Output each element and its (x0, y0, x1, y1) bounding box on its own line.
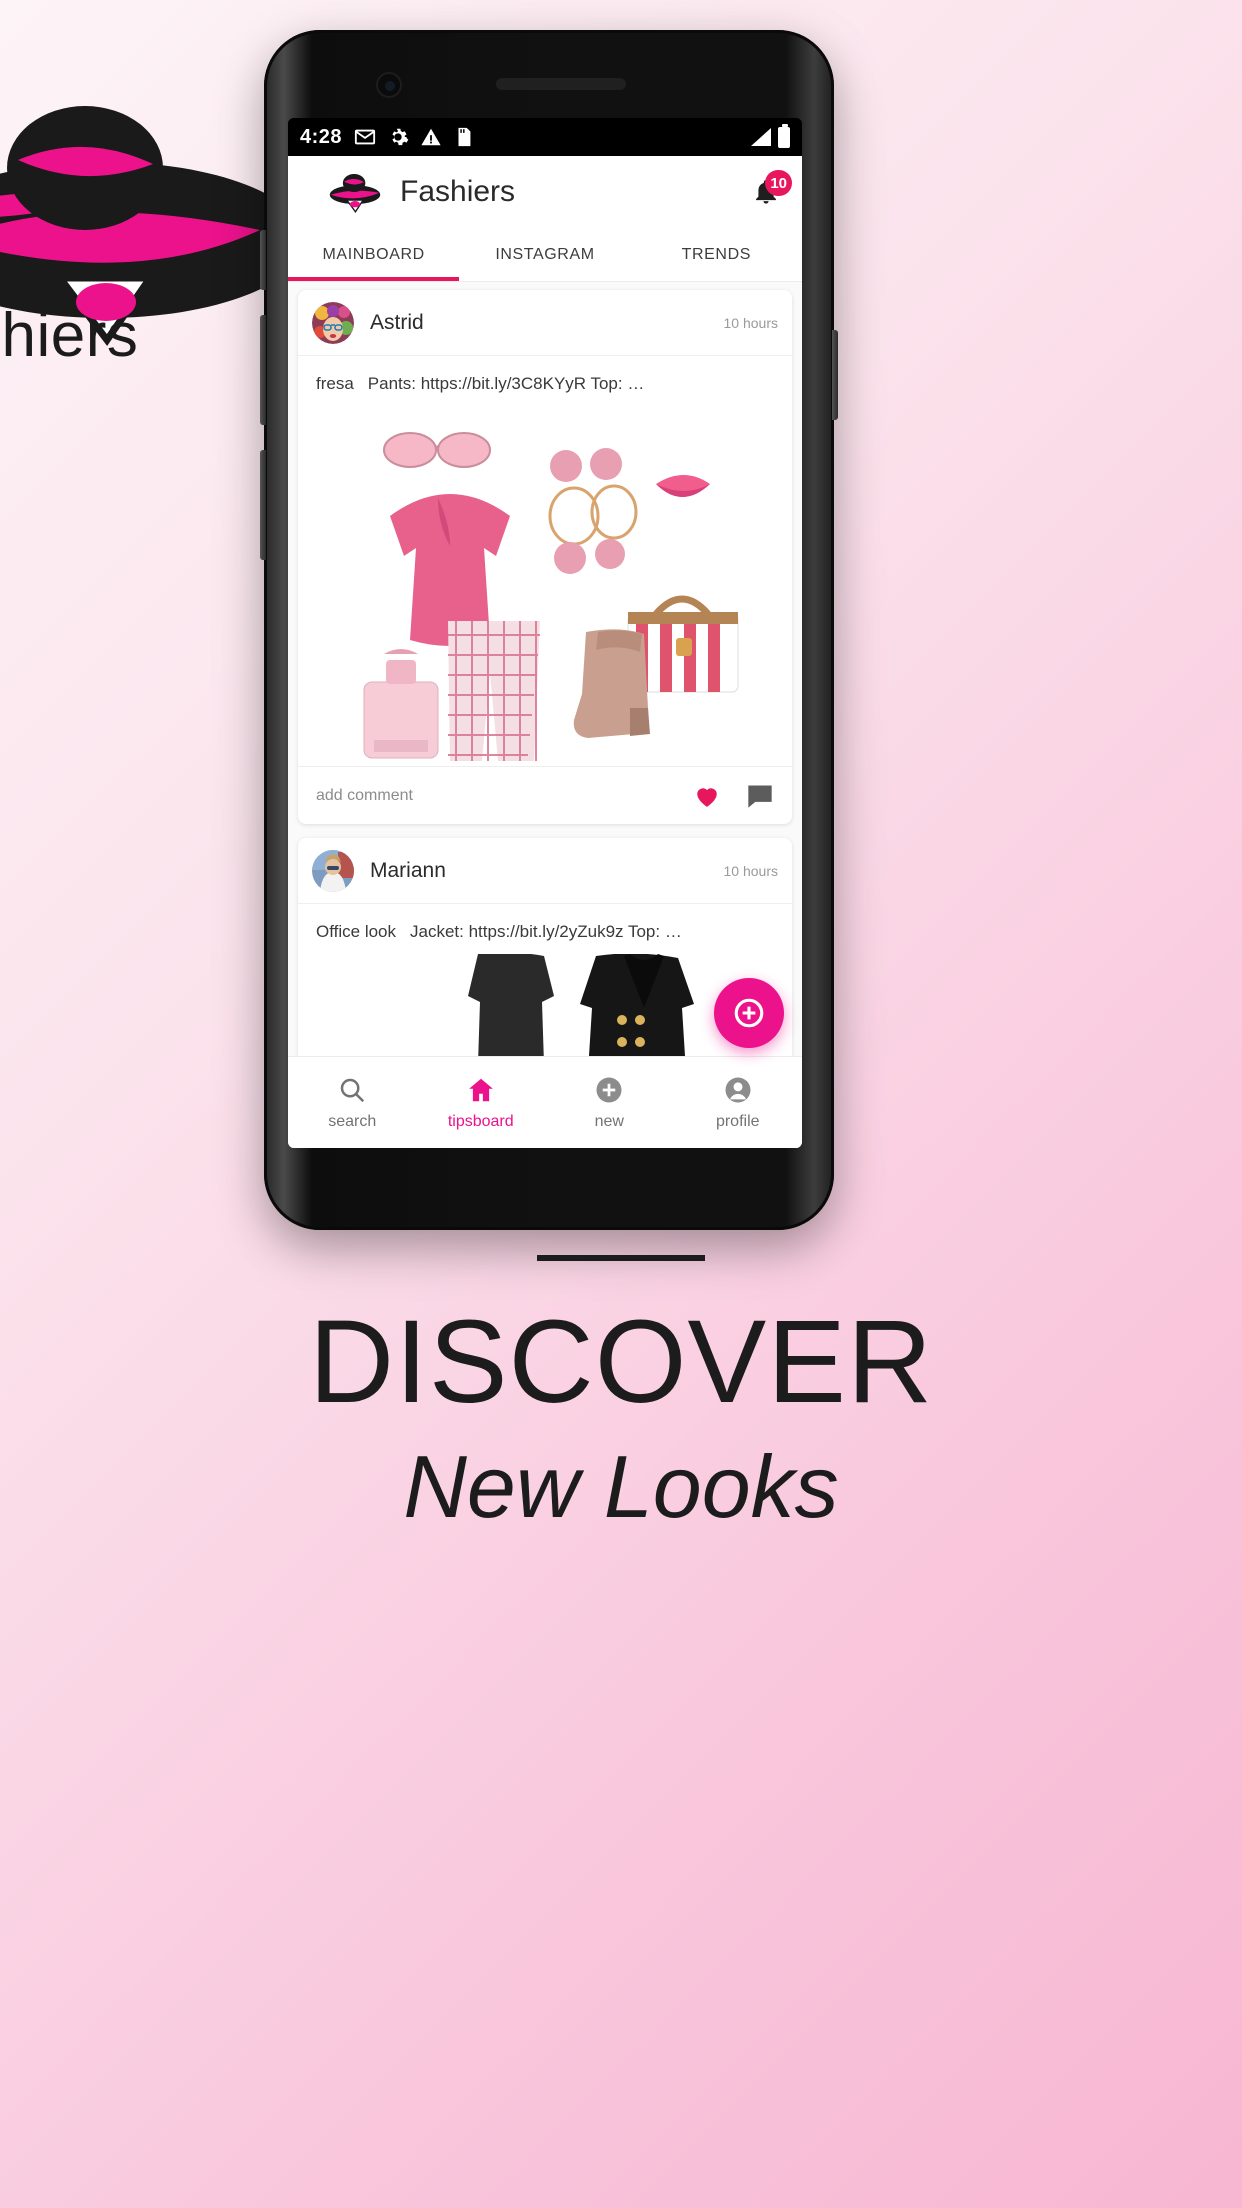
app-bar: Fashiers 10 (288, 156, 802, 228)
app-container: Fashiers 10 MAINBOARD INSTAGRAM TRENDS A… (288, 156, 802, 1148)
tab-instagram[interactable]: INSTAGRAM (459, 228, 630, 281)
status-time: 4:28 (300, 125, 343, 148)
notification-badge: 10 (765, 170, 792, 196)
person-icon (725, 1077, 751, 1102)
phone-power-button[interactable] (260, 450, 266, 560)
nav-item-profile[interactable]: profile (674, 1075, 803, 1131)
feed-list[interactable]: Astrid 10 hours fresa Pants: https://bit.… (288, 282, 802, 1056)
comment-icon[interactable] (746, 783, 774, 809)
post-timestamp: 10 hours (723, 314, 778, 331)
post-actions: add comment (298, 766, 792, 824)
plus-circle-icon (596, 1077, 622, 1102)
phone-mockup: 4:28 Fashiers 10 MAINBOARD INSTAGRAM TRE… (260, 30, 838, 1230)
nav-label-search: search (328, 1112, 377, 1130)
hero-title: DISCOVER (308, 1296, 934, 1428)
brand-wordmark: shiers (0, 301, 139, 370)
phone-right-button[interactable] (832, 330, 838, 420)
post-author: Mariann (370, 858, 446, 882)
post-caption: fresa Pants: https://bit.ly/3C8KYyR Top: … (298, 356, 792, 406)
nav-item-new[interactable]: new (545, 1075, 674, 1131)
post-caption: Office look Jacket: https://bit.ly/2yZuk9… (298, 904, 792, 954)
avatar[interactable] (312, 849, 354, 892)
nav-item-search[interactable]: search (288, 1075, 417, 1131)
post-timestamp: 10 hours (723, 862, 778, 879)
earpiece-speaker (496, 78, 626, 90)
post-header: Astrid 10 hours (298, 290, 792, 356)
sd-card-icon (458, 127, 471, 147)
avatar-image (312, 301, 354, 344)
hero-section: DISCOVER New Looks (0, 1255, 1242, 1531)
phone-side-button[interactable] (260, 230, 266, 290)
nav-label-new: new (594, 1112, 624, 1130)
plus-circle-icon (734, 998, 764, 1028)
avatar[interactable] (312, 301, 354, 344)
status-right-icons (751, 123, 790, 148)
nav-item-tipsboard[interactable]: tipsboard (417, 1075, 546, 1131)
post-caption-text: Pants: https://bit.ly/3C8KYyR Top: … (367, 374, 645, 393)
home-icon (468, 1078, 493, 1101)
notifications-button[interactable]: 10 (746, 170, 792, 212)
tab-bar: MAINBOARD INSTAGRAM TRENDS (288, 228, 802, 282)
post-author: Astrid (370, 310, 424, 334)
add-post-fab[interactable] (714, 978, 784, 1048)
nav-label-tipsboard: tipsboard (447, 1112, 514, 1130)
battery-icon (778, 123, 790, 148)
hero-divider (537, 1255, 705, 1261)
post-caption-tag: Office look (316, 922, 397, 941)
warning-icon (421, 128, 441, 146)
tab-mainboard[interactable]: MAINBOARD (288, 228, 460, 281)
heart-icon[interactable] (694, 784, 720, 808)
status-bar: 4:28 (288, 118, 802, 156)
app-title: Fashiers (400, 175, 516, 208)
post-header: Mariann 10 hours (298, 838, 792, 904)
lady-hat-logo-icon (329, 174, 381, 213)
front-camera (376, 72, 402, 98)
post-caption-tag: fresa (316, 374, 354, 393)
bottom-navigation: search tipsboard new profile (288, 1056, 802, 1148)
signal-icon (751, 128, 771, 146)
post-caption-text: Jacket: https://bit.ly/2yZuk9z Top: … (410, 922, 682, 941)
gear-icon (392, 128, 409, 146)
post-card[interactable]: Astrid 10 hours fresa Pants: https://bit.… (298, 290, 792, 824)
gmail-icon (354, 129, 376, 145)
nav-label-profile: profile (715, 1112, 760, 1130)
hero-subtitle: New Looks (403, 1437, 839, 1536)
phone-volume-button[interactable] (260, 315, 266, 425)
post-image[interactable] (298, 406, 792, 766)
add-comment-input[interactable]: add comment (316, 787, 413, 805)
avatar-image (312, 849, 354, 892)
search-icon (341, 1078, 365, 1102)
tab-trends[interactable]: TRENDS (631, 228, 802, 281)
post-image-collage (298, 406, 792, 766)
phone-screen: 4:28 Fashiers 10 MAINBOARD INSTAGRAM TRE… (288, 118, 802, 1148)
